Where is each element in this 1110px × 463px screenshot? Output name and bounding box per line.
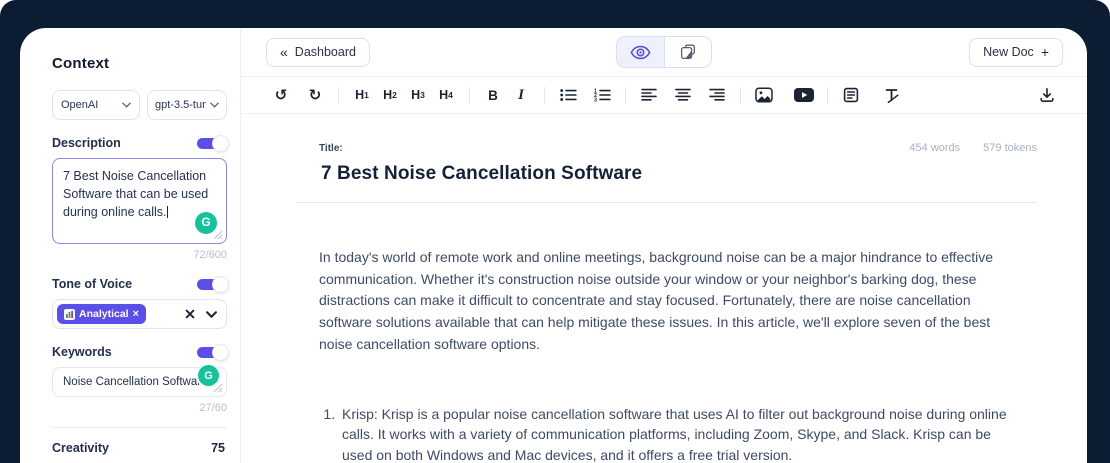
bar-chart-icon (64, 309, 75, 320)
chevron-down-icon[interactable] (206, 311, 217, 318)
new-doc-button[interactable]: New Doc + (969, 38, 1063, 67)
resize-handle-icon[interactable] (213, 230, 223, 240)
align-center-button[interactable] (669, 82, 697, 108)
back-chevrons-icon: « (280, 44, 288, 60)
document-area[interactable]: Title: 454 words 579 tokens 7 Best Noise… (241, 114, 1087, 463)
document-title[interactable]: 7 Best Noise Cancellation Software (321, 163, 1037, 185)
sidebar-divider (52, 427, 227, 428)
title-label: Title: (319, 143, 343, 154)
tone-toggle[interactable] (197, 279, 225, 290)
dashboard-button-label: Dashboard (295, 45, 356, 59)
image-icon (755, 87, 773, 103)
description-counter: 72/600 (52, 249, 227, 261)
list-item[interactable]: Krisp: Krisp is a popular noise cancella… (339, 404, 1021, 463)
download-button[interactable] (1033, 82, 1061, 108)
description-label: Description (52, 136, 121, 150)
align-right-button[interactable] (703, 82, 731, 108)
toolbar-divider (469, 87, 470, 104)
creativity-value: 75 (211, 441, 225, 455)
italic-button[interactable]: I (507, 82, 535, 108)
formatting-toolbar: ↺ ↻ H1 H2 H3 H4 B I 123 (241, 77, 1087, 114)
sidebar-title: Context (52, 55, 227, 72)
align-left-icon (641, 88, 657, 102)
eye-icon (630, 45, 651, 60)
toolbar-divider (827, 87, 828, 104)
heading2-button[interactable]: H2 (376, 82, 404, 108)
pages-button[interactable] (664, 37, 711, 67)
toggle-knob (212, 135, 229, 152)
toolbar-divider (338, 87, 339, 104)
toolbar-divider (625, 87, 626, 104)
toolbar-divider (544, 87, 545, 104)
ordered-list-icon: 123 (594, 88, 611, 102)
insert-image-button[interactable] (750, 82, 778, 108)
description-textarea[interactable]: 7 Best Noise Cancellation Software that … (52, 158, 227, 244)
tone-chip-label: Analytical (79, 308, 129, 320)
document-lines-icon (843, 87, 859, 103)
insert-video-button[interactable] (790, 82, 818, 108)
tone-label: Tone of Voice (52, 277, 132, 291)
align-right-icon (709, 88, 725, 102)
redo-icon: ↻ (309, 86, 322, 104)
download-icon (1039, 87, 1055, 103)
clear-formatting-button[interactable] (877, 82, 905, 108)
heading4-button[interactable]: H4 (432, 82, 460, 108)
app-card: Context OpenAI gpt-3.5-turbo Description… (20, 28, 1087, 463)
chevron-down-icon (122, 102, 131, 108)
align-center-icon (675, 88, 691, 102)
bold-button[interactable]: B (479, 82, 507, 108)
view-mode-toggle (616, 36, 712, 68)
tone-chip[interactable]: Analytical × (57, 304, 146, 324)
keywords-input[interactable]: Noise Cancellation Software G (52, 367, 227, 397)
ordered-list-button[interactable]: 123 (588, 82, 616, 108)
keywords-label: Keywords (52, 345, 112, 359)
preview-eye-button[interactable] (617, 37, 664, 67)
dashboard-button[interactable]: « Dashboard (266, 38, 370, 67)
heading1-button[interactable]: H1 (348, 82, 376, 108)
editor-topbar: « Dashboard New Doc + (241, 28, 1087, 77)
context-sidebar: Context OpenAI gpt-3.5-turbo Description… (20, 28, 240, 463)
toggle-knob (212, 344, 229, 361)
word-count: 454 words (909, 142, 960, 154)
title-divider (296, 202, 1037, 203)
description-text: 7 Best Noise Cancellation Software that … (63, 169, 208, 219)
chip-remove-icon[interactable]: × (133, 308, 139, 320)
clear-formatting-icon (883, 87, 900, 103)
align-left-button[interactable] (635, 82, 663, 108)
intro-paragraph[interactable]: In today's world of remote work and onli… (319, 247, 1017, 356)
provider-select[interactable]: OpenAI (52, 90, 140, 120)
clear-all-icon[interactable] (185, 309, 195, 319)
bullet-list-button[interactable] (554, 82, 582, 108)
redo-button[interactable]: ↻ (301, 82, 329, 108)
model-value: gpt-3.5-turbo (155, 99, 206, 111)
youtube-icon (794, 88, 814, 102)
template-doc-button[interactable] (837, 82, 865, 108)
pages-icon (680, 44, 696, 60)
toolbar-divider (740, 87, 741, 104)
plus-icon: + (1041, 44, 1049, 60)
resize-handle-icon[interactable] (213, 383, 223, 393)
svg-text:3: 3 (594, 97, 597, 102)
app-window: Context OpenAI gpt-3.5-turbo Description… (0, 0, 1110, 463)
keywords-toggle[interactable] (197, 347, 225, 358)
keywords-counter: 27/60 (52, 402, 227, 414)
model-select[interactable]: gpt-3.5-turbo (147, 90, 227, 120)
tone-select[interactable]: Analytical × (52, 299, 227, 329)
token-count: 579 tokens (983, 142, 1037, 154)
document-body[interactable]: In today's world of remote work and onli… (319, 247, 1037, 463)
text-cursor (167, 206, 168, 218)
heading3-button[interactable]: H3 (404, 82, 432, 108)
provider-value: OpenAI (61, 99, 98, 111)
creativity-label: Creativity (52, 441, 109, 455)
undo-button[interactable]: ↺ (267, 82, 295, 108)
bullet-list-icon (560, 88, 577, 102)
new-doc-label: New Doc (983, 45, 1034, 59)
toggle-knob (212, 276, 229, 293)
undo-icon: ↺ (275, 86, 288, 104)
editor-panel: « Dashboard New Doc + ↺ (240, 28, 1087, 463)
description-toggle[interactable] (197, 138, 225, 149)
chevron-down-icon (210, 102, 219, 108)
keywords-text: Noise Cancellation Software (63, 376, 207, 388)
